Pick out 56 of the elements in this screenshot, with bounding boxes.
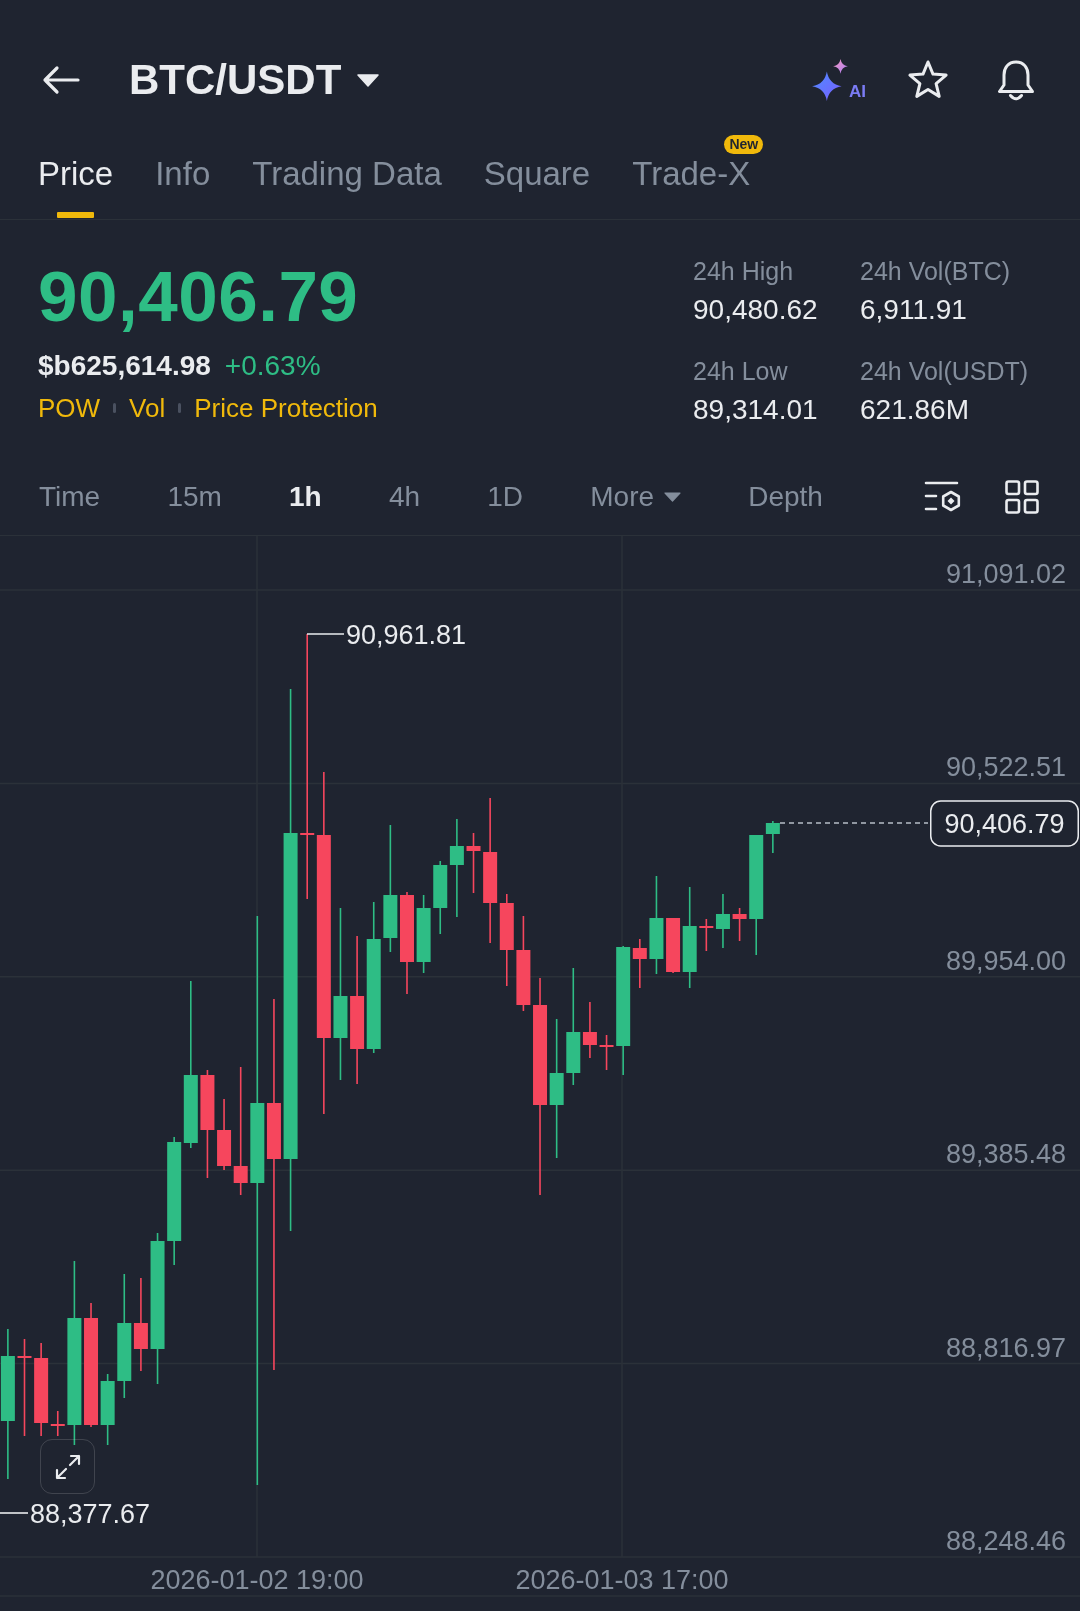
- tab[interactable]: Info: [155, 156, 211, 219]
- time-axis-label: 2026-01-03 17:00: [515, 1565, 729, 1595]
- last-price: 90,406.79: [38, 257, 360, 337]
- tag-link[interactable]: Price Protection: [194, 391, 378, 425]
- falling-candle: [466, 832, 481, 894]
- stat-value: 89,314.01: [693, 393, 819, 427]
- stat-value: 621.86M: [860, 393, 970, 427]
- interval-tab[interactable]: 4h: [388, 479, 421, 515]
- ai-assistant-button[interactable]: AI: [812, 59, 866, 101]
- rising-candle: [715, 893, 730, 949]
- price-change: +0.63%: [224, 349, 321, 383]
- falling-candle: [699, 918, 714, 952]
- price-axis-label: 89,385.48: [945, 1139, 1066, 1170]
- falling-candle: [582, 1001, 597, 1059]
- tab[interactable]: Price: [38, 156, 114, 219]
- price-axis-label: 88,816.97: [945, 1332, 1066, 1363]
- pair-selector[interactable]: BTC/USDT: [129, 55, 380, 105]
- tab[interactable]: Trade-X: [632, 156, 751, 219]
- stat-label: 24h Low: [693, 356, 789, 387]
- falling-candle: [666, 917, 681, 974]
- more-dropdown[interactable]: More: [590, 479, 682, 515]
- price-axis-label: 91,091.02: [945, 559, 1066, 589]
- stat-value: 6,911.91: [860, 293, 968, 327]
- tag-link[interactable]: Vol: [129, 391, 166, 425]
- grid-icon[interactable]: [1005, 480, 1039, 514]
- falling-candle: [732, 907, 747, 942]
- expand-button[interactable]: [40, 1439, 95, 1494]
- tab[interactable]: Trading Data: [252, 156, 442, 219]
- price-axis-label: 89,954.00: [945, 945, 1066, 976]
- tag-link[interactable]: POW: [38, 391, 101, 425]
- falling-candle: [599, 1034, 614, 1071]
- falling-candle: [632, 938, 647, 989]
- interval-tab[interactable]: 1D: [487, 479, 524, 515]
- stat-label: 24h Vol(USDT): [860, 356, 1029, 387]
- new-badge: New: [724, 135, 764, 154]
- leader-line: [0, 1512, 29, 1514]
- expand-icon: [54, 1453, 81, 1480]
- leader-line: [306, 633, 345, 635]
- time-axis-label: 2026-01-02 19:00: [150, 1565, 364, 1595]
- high-price-label: 90,961.81: [346, 620, 467, 650]
- stat-label: 24h High: [693, 256, 795, 287]
- price-axis-label: 90,522.51: [945, 752, 1066, 783]
- tab[interactable]: Square: [483, 156, 591, 219]
- low-price-label: 88,377.67: [30, 1499, 151, 1529]
- interval-tab[interactable]: 15m: [167, 479, 222, 515]
- price-axis-label: 88,248.46: [945, 1526, 1066, 1556]
- caret-icon: [357, 73, 380, 87]
- stat-value: 90,480.62: [693, 293, 819, 327]
- caret-icon: [664, 492, 682, 502]
- fiat-value: $b625,614.98: [38, 349, 211, 383]
- interval-tab[interactable]: Time: [39, 479, 101, 515]
- sparkle-icon: [812, 59, 848, 101]
- interval-tab[interactable]: 1h: [289, 479, 322, 515]
- depth-tab[interactable]: Depth: [748, 479, 823, 515]
- stat-label: 24h Vol(BTC): [860, 256, 1012, 287]
- last-price-tag: 90,406.79: [930, 800, 1079, 847]
